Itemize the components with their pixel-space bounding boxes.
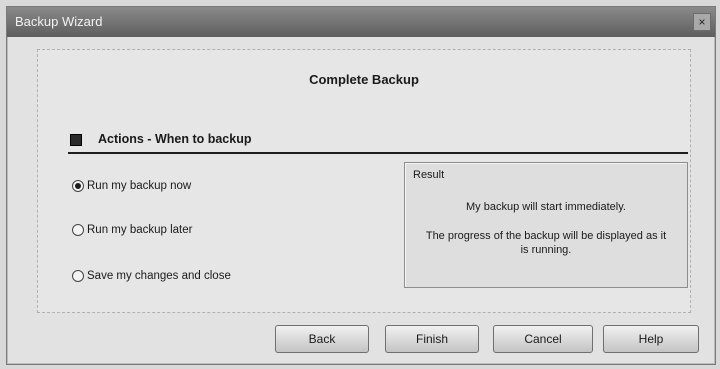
backup-wizard-window: Backup Wizard × Complete Backup Actions … (6, 6, 716, 365)
radio-label: Run my backup later (87, 224, 193, 236)
result-label: Result (413, 169, 445, 181)
result-message: My backup will start immediately. (466, 201, 626, 213)
page-title: Complete Backup (309, 72, 419, 87)
finish-button[interactable]: Finish (385, 325, 479, 353)
radio-unselected-icon[interactable] (72, 224, 84, 236)
section-header: Actions - When to backup (68, 130, 688, 152)
radio-label: Run my backup now (87, 180, 192, 192)
radio-unselected-icon[interactable] (72, 270, 84, 282)
title-bar: Backup Wizard × (7, 7, 715, 37)
radio-label: Save my changes and close (87, 270, 231, 282)
result-progress-note: The progress of the backup will be displ… (425, 230, 667, 256)
radio-save-and-close[interactable]: Save my changes and close (72, 270, 231, 282)
help-button[interactable]: Help (603, 325, 699, 353)
radio-run-now[interactable]: Run my backup now (72, 180, 191, 192)
back-button[interactable]: Back (275, 325, 369, 353)
wizard-content-panel: Complete Backup Actions - When to backup… (37, 49, 691, 313)
window-title: Backup Wizard (15, 14, 103, 29)
result-panel: Result My backup will start immediately.… (404, 162, 688, 288)
radio-selected-icon[interactable] (72, 180, 84, 192)
section-title: Actions - When to backup (98, 132, 252, 146)
close-icon[interactable]: × (693, 13, 711, 31)
cancel-button[interactable]: Cancel (493, 325, 593, 353)
radio-run-later[interactable]: Run my backup later (72, 224, 192, 236)
section-divider (68, 152, 688, 154)
section-bullet-icon (70, 134, 82, 146)
